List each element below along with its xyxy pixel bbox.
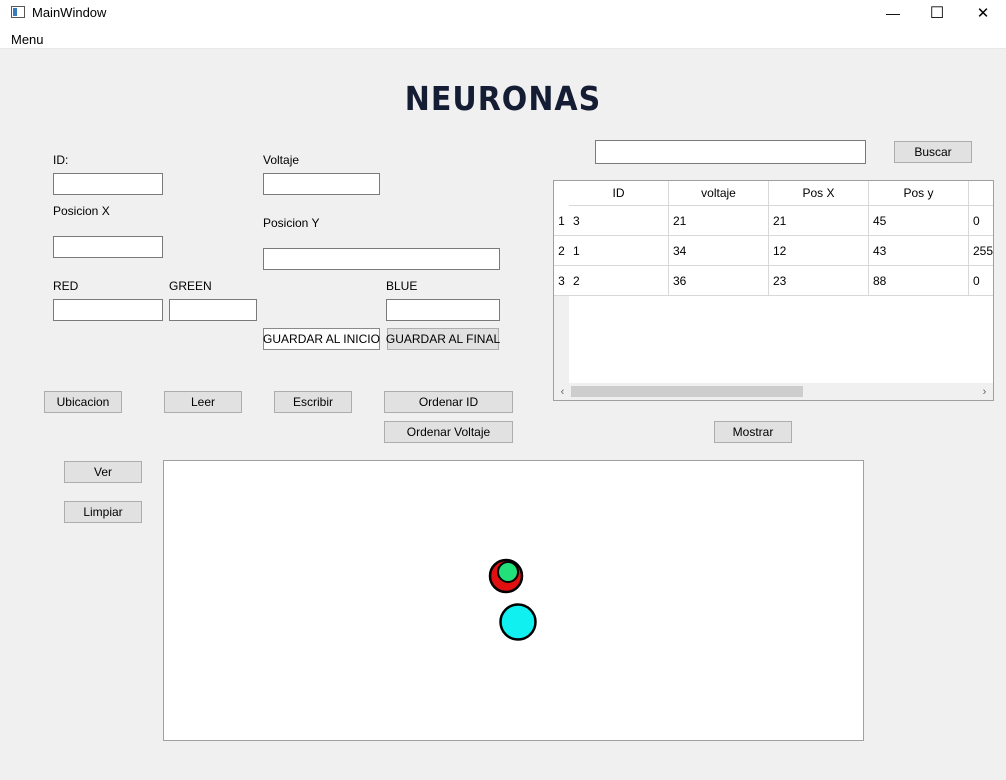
limpiar-button[interactable]: Limpiar xyxy=(64,501,142,523)
maximize-icon[interactable]: ☐ xyxy=(914,0,960,26)
table-cell[interactable]: 34 xyxy=(669,236,769,266)
table-cell[interactable]: 3 xyxy=(569,206,669,236)
green-field[interactable] xyxy=(169,299,257,321)
scrollbar-thumb[interactable] xyxy=(571,386,803,397)
id-field[interactable] xyxy=(53,173,163,195)
graphics-view[interactable] xyxy=(163,460,864,741)
posicion-y-field[interactable] xyxy=(263,248,500,270)
neuron-cyan[interactable] xyxy=(499,603,537,641)
id-label: ID: xyxy=(53,153,69,167)
menu-bar xyxy=(0,26,1006,49)
buscar-button[interactable]: Buscar xyxy=(894,141,972,163)
table-cell[interactable]: 21 xyxy=(769,206,869,236)
table-cell[interactable]: 45 xyxy=(869,206,969,236)
window-title: MainWindow xyxy=(32,5,107,20)
voltaje-field[interactable] xyxy=(263,173,380,195)
voltaje-label: Voltaje xyxy=(263,153,300,167)
scroll-left-icon[interactable]: ‹ xyxy=(554,383,571,400)
row-header-area xyxy=(554,296,569,383)
table-cell[interactable]: 1 xyxy=(569,236,669,266)
ordenar-voltaje-button[interactable]: Ordenar Voltaje xyxy=(384,421,513,443)
close-icon[interactable]: ✕ xyxy=(960,0,1006,26)
posicion-x-label: Posicion X xyxy=(53,204,110,218)
column-header-pos-x[interactable]: Pos X xyxy=(769,181,869,206)
page-title: NEURONAS xyxy=(404,80,602,119)
posicion-x-field[interactable] xyxy=(53,236,163,258)
app-icon xyxy=(11,6,25,18)
column-header-voltaje[interactable]: voltaje xyxy=(669,181,769,206)
guardar-final-button[interactable]: GUARDAR AL FINAL xyxy=(386,328,500,350)
neuron-table[interactable]: ID voltaje Pos X Pos y 1 2 3 3 21 21 45 … xyxy=(553,180,994,401)
column-header-extra[interactable] xyxy=(969,181,993,206)
ubicacion-button[interactable]: Ubicacion xyxy=(44,391,122,413)
table-cell[interactable]: 36 xyxy=(669,266,769,296)
scroll-right-icon[interactable]: › xyxy=(976,383,993,400)
minimize-icon[interactable]: — xyxy=(870,0,916,26)
mostrar-button[interactable]: Mostrar xyxy=(714,421,792,443)
row-header[interactable]: 1 xyxy=(554,206,569,236)
menu-item-menu[interactable]: Menu xyxy=(11,32,44,47)
red-label: RED xyxy=(53,279,79,293)
column-header-id[interactable]: ID xyxy=(569,181,669,206)
scene-svg xyxy=(488,558,537,641)
red-field[interactable] xyxy=(53,299,163,321)
posicion-y-label: Posicion Y xyxy=(263,216,320,230)
blue-field[interactable] xyxy=(386,299,500,321)
table-cell[interactable]: 88 xyxy=(869,266,969,296)
row-header[interactable]: 3 xyxy=(554,266,569,296)
ordenar-id-button[interactable]: Ordenar ID xyxy=(384,391,513,413)
table-cell[interactable]: 2 xyxy=(569,266,669,296)
title-bar xyxy=(0,0,1006,26)
table-corner xyxy=(554,181,569,206)
column-header-pos-y[interactable]: Pos y xyxy=(869,181,969,206)
table-cell[interactable]: 23 xyxy=(769,266,869,296)
green-label: GREEN xyxy=(169,279,212,293)
table-cell[interactable]: 12 xyxy=(769,236,869,266)
horizontal-scrollbar[interactable]: ‹ › xyxy=(554,383,993,400)
table-cell[interactable]: 255 xyxy=(969,236,993,266)
table-cell[interactable]: 0 xyxy=(969,206,993,236)
table-cell[interactable]: 43 xyxy=(869,236,969,266)
search-input[interactable] xyxy=(595,140,866,164)
blue-label: BLUE xyxy=(386,279,418,293)
table-cell[interactable]: 21 xyxy=(669,206,769,236)
guardar-inicio-button[interactable]: GUARDAR AL INICIO xyxy=(263,328,380,350)
row-header[interactable]: 2 xyxy=(554,236,569,266)
leer-button[interactable]: Leer xyxy=(164,391,242,413)
table-cell[interactable]: 0 xyxy=(969,266,993,296)
neuron-green[interactable] xyxy=(497,561,519,583)
ver-button[interactable]: Ver xyxy=(64,461,142,483)
escribir-button[interactable]: Escribir xyxy=(274,391,352,413)
